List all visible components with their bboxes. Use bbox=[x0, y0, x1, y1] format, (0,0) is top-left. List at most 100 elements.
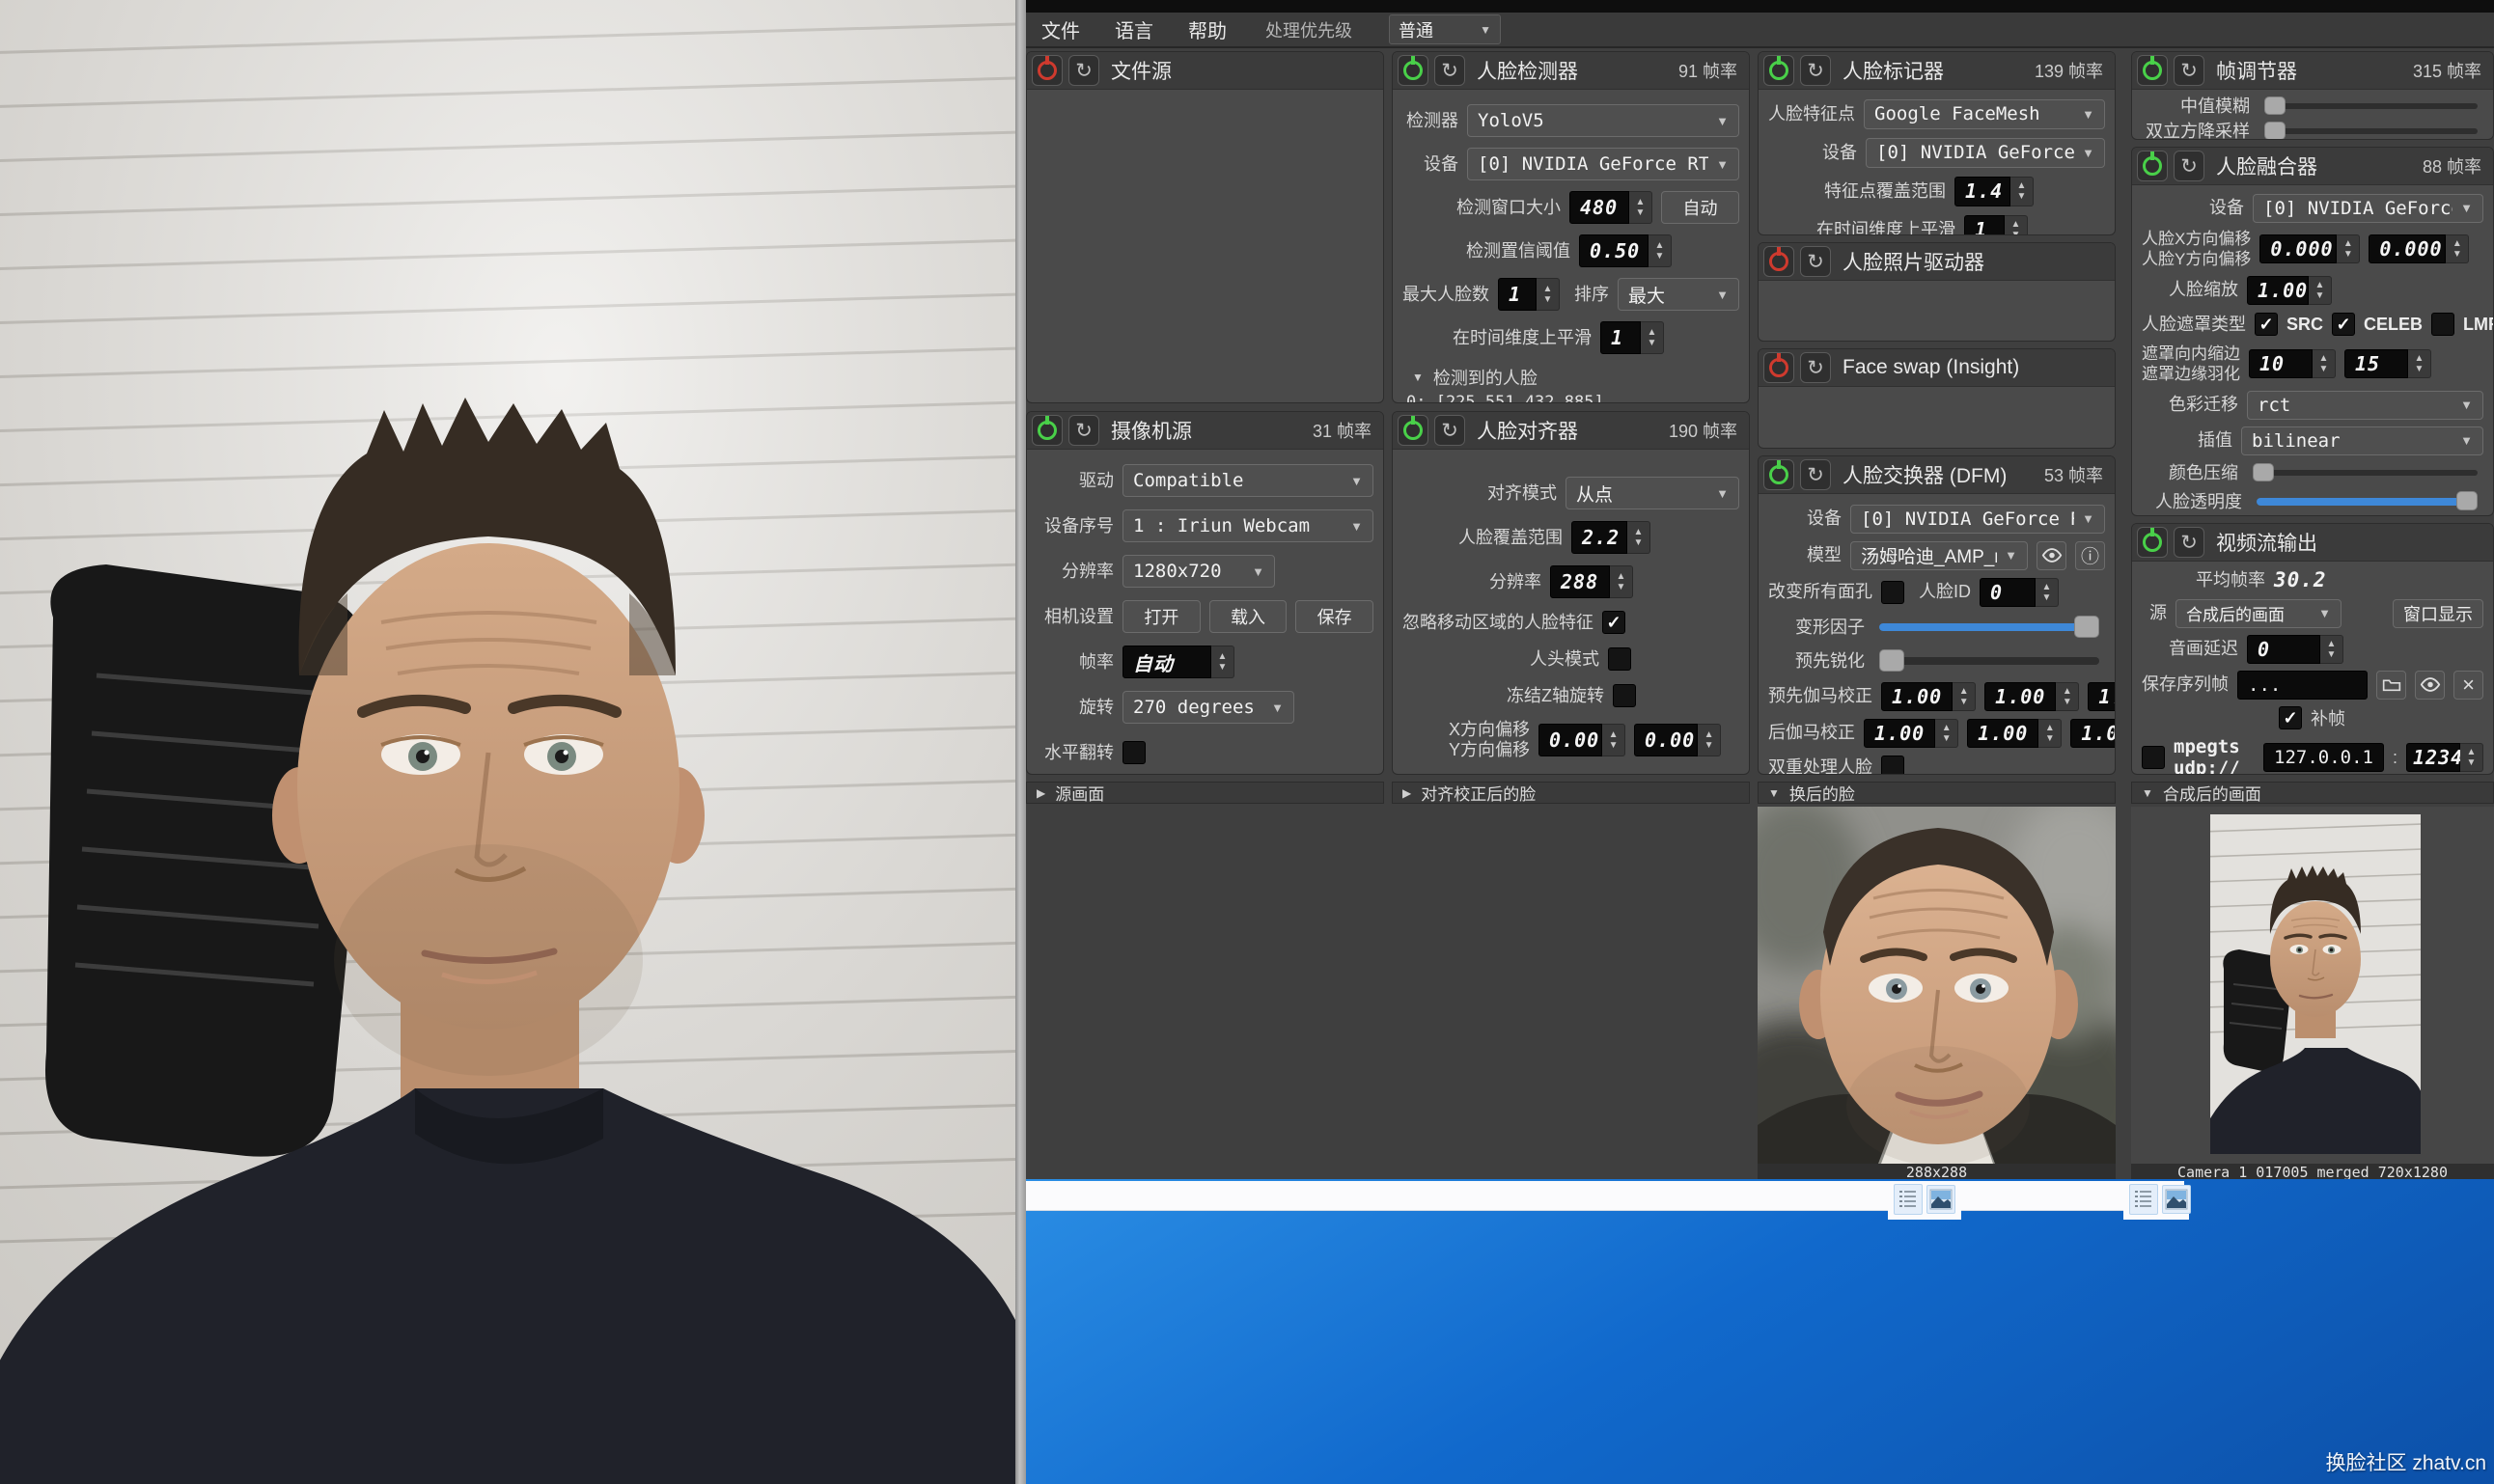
model-dropdown[interactable]: 汤姆哈迪_AMP_mode▼ bbox=[1850, 541, 2028, 570]
spin-down-icon[interactable]: ▼ bbox=[2063, 698, 2072, 706]
resolution-dropdown[interactable]: 1280x720▼ bbox=[1122, 555, 1275, 588]
refresh-button[interactable]: ↻ bbox=[2174, 55, 2204, 86]
section-swapped-face[interactable]: ▼ 换后的脸 bbox=[1758, 782, 2116, 804]
sort-dropdown[interactable]: 最大▼ bbox=[1618, 278, 1739, 311]
device-dropdown[interactable]: [0] NVIDIA GeForce RTX 4090▼ bbox=[1467, 148, 1739, 180]
postgamma-g-spinner[interactable]: 1.00▲▼ bbox=[1967, 719, 2062, 748]
udp-stream-checkbox[interactable] bbox=[2142, 746, 2165, 769]
power-button[interactable] bbox=[1398, 415, 1428, 446]
refresh-button[interactable]: ↻ bbox=[2174, 527, 2204, 558]
spin-up-icon[interactable]: ▲ bbox=[1634, 528, 1644, 536]
save-sequence-path-field[interactable]: ... bbox=[2237, 671, 2368, 700]
morph-factor-slider[interactable] bbox=[1879, 623, 2099, 631]
file-list-icon[interactable] bbox=[2129, 1184, 2158, 1215]
temporal-smooth-spinner[interactable]: 1▲▼ bbox=[1964, 215, 2028, 236]
spin-down-icon[interactable]: ▼ bbox=[2327, 650, 2337, 659]
load-button[interactable]: 载入 bbox=[1209, 600, 1288, 633]
spin-down-icon[interactable]: ▼ bbox=[2415, 365, 2425, 373]
slider-handle[interactable] bbox=[2074, 616, 2099, 638]
model-info-button[interactable]: ⓘ bbox=[2075, 541, 2105, 570]
show-window-button[interactable]: 窗口显示 bbox=[2393, 599, 2483, 628]
swap-all-faces-checkbox[interactable] bbox=[1881, 581, 1904, 604]
threshold-spinner[interactable]: 0.50▲▼ bbox=[1579, 234, 1672, 267]
spin-up-icon[interactable]: ▲ bbox=[1543, 285, 1553, 293]
marker-coverage-spinner[interactable]: 1.4▲▼ bbox=[1954, 177, 2034, 206]
mask-erode-spinner[interactable]: 10▲▼ bbox=[2249, 349, 2336, 378]
mask-blur-spinner[interactable]: 15▲▼ bbox=[2344, 349, 2431, 378]
spin-down-icon[interactable]: ▼ bbox=[2315, 291, 2325, 300]
view-eye-button[interactable] bbox=[2415, 671, 2445, 700]
spin-down-icon[interactable]: ▼ bbox=[1636, 208, 1646, 217]
spin-down-icon[interactable]: ▼ bbox=[2045, 734, 2055, 743]
spin-down-icon[interactable]: ▼ bbox=[1634, 538, 1644, 547]
slider-handle[interactable] bbox=[2264, 96, 2286, 115]
offset-x-spinner[interactable]: 0.00▲▼ bbox=[1538, 724, 1625, 756]
pregamma-b-spinner[interactable]: 1.00▲▼ bbox=[2088, 682, 2116, 711]
spin-down-icon[interactable]: ▼ bbox=[2319, 365, 2329, 373]
image-thumbnail-icon[interactable] bbox=[1926, 1185, 1955, 1214]
spin-down-icon[interactable]: ▼ bbox=[1655, 252, 1665, 261]
menu-file[interactable]: 文件 bbox=[1041, 15, 1080, 43]
refresh-button[interactable]: ↻ bbox=[1434, 415, 1465, 446]
spin-up-icon[interactable]: ▲ bbox=[2343, 239, 2353, 248]
postgamma-b-spinner[interactable]: 1.00▲▼ bbox=[2070, 719, 2116, 748]
slider-handle[interactable] bbox=[2264, 122, 2286, 140]
spin-down-icon[interactable]: ▼ bbox=[1648, 339, 1657, 347]
spin-up-icon[interactable]: ▲ bbox=[2017, 181, 2027, 190]
image-thumbnail-icon[interactable] bbox=[2162, 1185, 2191, 1214]
face-scale-spinner[interactable]: 1.00▲▼ bbox=[2247, 276, 2332, 305]
auto-button[interactable]: 自动 bbox=[1661, 191, 1739, 224]
slider-handle[interactable] bbox=[2456, 491, 2478, 510]
power-button[interactable] bbox=[1398, 55, 1428, 86]
pregamma-r-spinner[interactable]: 1.00▲▼ bbox=[1881, 682, 1976, 711]
spin-up-icon[interactable]: ▲ bbox=[2467, 748, 2477, 756]
fps-spinner[interactable]: 自动▲▼ bbox=[1122, 646, 1234, 678]
color-compression-slider[interactable] bbox=[2253, 470, 2478, 476]
spin-down-icon[interactable]: ▼ bbox=[1704, 741, 1714, 750]
presharpen-slider[interactable] bbox=[1879, 657, 2099, 665]
spin-down-icon[interactable]: ▼ bbox=[1617, 583, 1626, 591]
power-button[interactable] bbox=[1032, 415, 1063, 446]
exclude-moving-checkbox[interactable]: ✓ bbox=[1602, 611, 1625, 634]
file-list-icon[interactable] bbox=[1894, 1184, 1923, 1215]
spin-up-icon[interactable]: ▲ bbox=[2011, 220, 2021, 229]
section-merged-frame[interactable]: ▼ 合成后的画面 bbox=[2131, 782, 2494, 804]
device-dropdown[interactable]: [0] NVIDIA GeForce RTX▼ bbox=[1850, 505, 2105, 534]
coverage-spinner[interactable]: 2.2▲▼ bbox=[1571, 521, 1650, 554]
power-button[interactable] bbox=[2137, 151, 2168, 181]
spin-up-icon[interactable]: ▲ bbox=[1648, 328, 1657, 337]
face-id-spinner[interactable]: 0▲▼ bbox=[1980, 578, 2059, 607]
landmarks-dropdown[interactable]: Google FaceMesh▼ bbox=[1864, 99, 2105, 129]
menu-language[interactable]: 语言 bbox=[1115, 15, 1153, 43]
flip-checkbox[interactable] bbox=[1122, 741, 1146, 764]
source-dropdown[interactable]: 合成后的画面▼ bbox=[2175, 599, 2342, 628]
spin-down-icon[interactable]: ▼ bbox=[1218, 663, 1228, 672]
av-delay-spinner[interactable]: 0▲▼ bbox=[2247, 635, 2343, 664]
spin-up-icon[interactable]: ▲ bbox=[1942, 724, 1952, 732]
pregamma-g-spinner[interactable]: 1.00▲▼ bbox=[1984, 682, 2079, 711]
spin-up-icon[interactable]: ▲ bbox=[1959, 687, 1969, 696]
refresh-button[interactable]: ↻ bbox=[1068, 415, 1099, 446]
section-aligned-face[interactable]: ▶ 对齐校正后的脸 bbox=[1392, 782, 1750, 804]
spin-up-icon[interactable]: ▲ bbox=[1609, 730, 1619, 739]
face-offset-x-spinner[interactable]: 0.000▲▼ bbox=[2259, 234, 2360, 263]
refresh-button[interactable]: ↻ bbox=[1800, 352, 1831, 383]
window-size-spinner[interactable]: 480▲▼ bbox=[1569, 191, 1652, 224]
menu-help[interactable]: 帮助 bbox=[1188, 15, 1227, 43]
open-button[interactable]: 打开 bbox=[1122, 600, 1201, 633]
save-button[interactable]: 保存 bbox=[1295, 600, 1373, 633]
collapse-down-icon[interactable]: ▼ bbox=[1412, 371, 1424, 384]
spin-up-icon[interactable]: ▲ bbox=[2042, 583, 2052, 591]
face-opacity-slider[interactable] bbox=[2257, 498, 2478, 506]
slider-handle[interactable] bbox=[1879, 649, 1904, 672]
device-dropdown[interactable]: [0] NVIDIA GeForce RTX▼ bbox=[2253, 194, 2483, 223]
power-button[interactable] bbox=[1763, 459, 1794, 490]
refresh-button[interactable]: ↻ bbox=[1068, 55, 1099, 86]
spin-down-icon[interactable]: ▼ bbox=[2467, 758, 2477, 767]
section-source-frame[interactable]: ▶ 源画面 bbox=[1026, 782, 1384, 804]
mask-src-checkbox[interactable]: ✓ bbox=[2255, 313, 2278, 336]
freeze-z-checkbox[interactable] bbox=[1613, 684, 1636, 707]
detector-dropdown[interactable]: YoloV5▼ bbox=[1467, 104, 1739, 137]
window-splitter[interactable] bbox=[1015, 0, 1026, 1484]
spin-down-icon[interactable]: ▼ bbox=[2017, 192, 2027, 201]
